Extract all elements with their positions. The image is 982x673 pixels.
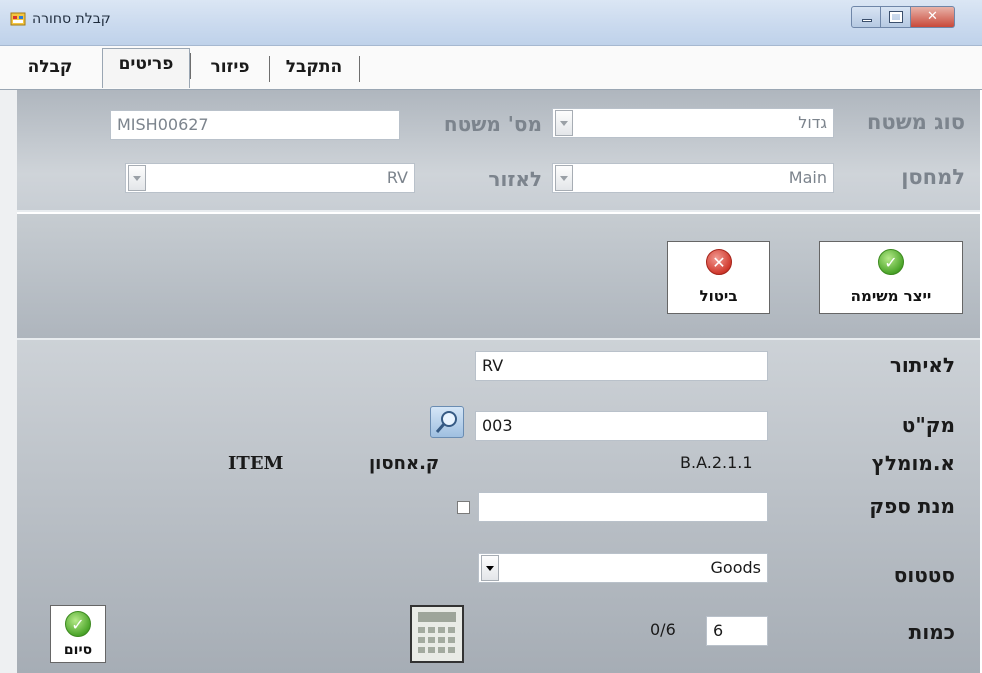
quantity-value: 6 — [713, 621, 724, 640]
create-task-label: ייצר משימה — [850, 287, 932, 305]
to-zone-select[interactable]: RV — [125, 163, 415, 193]
close-button[interactable]: ✕ — [911, 6, 955, 28]
minimize-button[interactable] — [851, 6, 881, 28]
checkmark-icon: ✓ — [878, 249, 904, 275]
pallet-no-label: מס' משטח — [443, 112, 542, 136]
status-value: Goods — [710, 558, 761, 577]
calculator-button[interactable] — [410, 605, 464, 663]
finish-button[interactable]: ✓ סיום — [50, 605, 106, 663]
calculator-key — [438, 647, 445, 653]
tab-strip: קבלה פריטים פיזור התקבל — [0, 46, 982, 90]
quantity-progress: 0/6 — [650, 620, 676, 639]
location-label: לאיתור — [889, 353, 955, 377]
pallet-type-value: גדול — [798, 113, 827, 132]
chevron-down-icon — [486, 566, 494, 571]
tab-divider — [190, 53, 191, 79]
recommended-label: א.מומלץ — [871, 451, 955, 475]
tab-received[interactable]: התקבל — [270, 52, 360, 84]
quantity-field[interactable]: 6 — [706, 616, 768, 646]
x-glyph: ✕ — [712, 253, 726, 272]
tab-kabala[interactable]: קבלה — [20, 52, 80, 84]
calculator-key — [438, 637, 445, 643]
sku-label: מק"ט — [901, 413, 955, 437]
left-border — [0, 90, 17, 673]
to-warehouse-value: Main — [788, 168, 827, 187]
checkmark-icon: ✓ — [65, 611, 91, 637]
supplier-batch-label: מנת ספק — [869, 494, 955, 518]
cancel-button[interactable]: ✕ ביטול — [667, 241, 770, 314]
calculator-key — [448, 637, 455, 643]
calculator-key — [428, 647, 435, 653]
calculator-key — [448, 627, 455, 633]
calculator-key — [418, 627, 425, 633]
tab-divider — [359, 56, 360, 82]
to-warehouse-label: למחסן — [901, 165, 965, 189]
window-titlebar: קבלת סחורה ✕ — [0, 0, 982, 46]
pallet-type-label: סוג משטח — [867, 110, 965, 134]
finish-label: סיום — [63, 642, 93, 658]
recommended-value: B.A.2.1.1 — [680, 453, 753, 472]
to-zone-value: RV — [386, 168, 408, 187]
checkmark-glyph: ✓ — [71, 615, 85, 634]
maximize-button[interactable] — [881, 6, 911, 28]
calculator-key — [418, 647, 425, 653]
checkmark-glyph: ✓ — [884, 253, 898, 272]
location-value: RV — [482, 356, 504, 375]
app-form-icon — [10, 12, 26, 26]
pallet-no-value: MISH00627 — [117, 115, 209, 134]
tab-label: פריטים — [118, 54, 174, 74]
calculator-key — [428, 637, 435, 643]
supplier-batch-field[interactable] — [478, 492, 768, 522]
tab-label: התקבל — [285, 57, 343, 77]
tab-distribution[interactable]: פיזור — [192, 52, 270, 84]
to-zone-dropdown-button[interactable] — [128, 165, 146, 191]
maximize-icon — [889, 11, 903, 23]
status-dropdown-button[interactable] — [481, 555, 499, 581]
sku-field[interactable]: 003 — [475, 411, 768, 441]
calculator-key — [418, 637, 425, 643]
pallet-no-field[interactable]: MISH00627 — [110, 110, 400, 140]
to-warehouse-select[interactable]: Main — [552, 163, 834, 193]
create-task-button[interactable]: ✓ ייצר משימה — [819, 241, 963, 314]
pallet-type-dropdown-button[interactable] — [555, 110, 573, 136]
magnifier-icon — [435, 411, 457, 433]
calculator-screen — [418, 612, 456, 622]
quantity-label: כמות — [908, 620, 955, 644]
cancel-x-icon: ✕ — [706, 249, 732, 275]
chevron-down-icon — [560, 121, 568, 126]
window-title: קבלת סחורה — [32, 11, 111, 27]
chevron-down-icon — [133, 176, 141, 181]
tab-label: פיזור — [210, 57, 250, 77]
last-warehouse-value: ITEM — [228, 453, 284, 474]
status-select[interactable]: Goods — [478, 553, 768, 583]
cancel-label: ביטול — [699, 287, 738, 305]
to-warehouse-dropdown-button[interactable] — [555, 165, 573, 191]
calculator-key — [428, 627, 435, 633]
chevron-down-icon — [560, 176, 568, 181]
calculator-key — [448, 647, 455, 653]
header-panel — [17, 90, 980, 212]
location-field[interactable]: RV — [475, 351, 768, 381]
status-label: סטטוס — [893, 563, 955, 587]
close-icon: ✕ — [927, 9, 938, 24]
to-zone-label: לאזור — [488, 167, 542, 191]
tab-items[interactable]: פריטים — [102, 48, 191, 88]
last-warehouse-label: ק.אחסון — [369, 453, 440, 474]
calculator-key — [438, 627, 445, 633]
pallet-type-select[interactable]: גדול — [552, 108, 834, 138]
minimize-icon — [862, 19, 872, 22]
tab-label: קבלה — [27, 57, 73, 77]
sku-search-button[interactable] — [430, 406, 464, 438]
sku-value: 003 — [482, 416, 513, 435]
supplier-batch-checkbox[interactable] — [457, 501, 470, 514]
